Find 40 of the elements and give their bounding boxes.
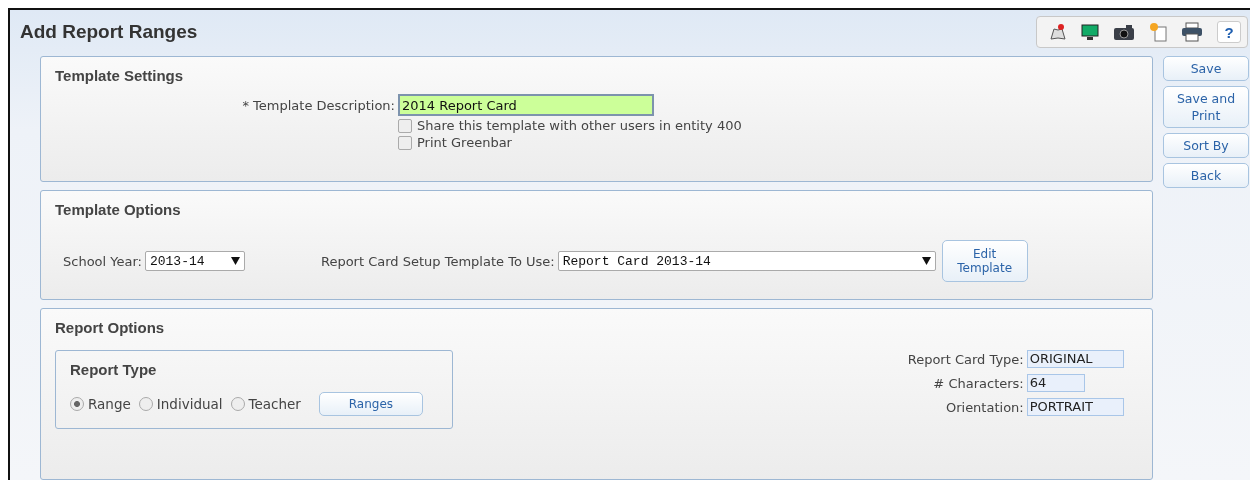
radio-label: Teacher bbox=[248, 396, 301, 412]
description-field[interactable]: 2014 Report Card bbox=[398, 94, 654, 116]
action-button[interactable]: Sort By bbox=[1163, 133, 1249, 158]
field-label: School Year: bbox=[63, 253, 142, 269]
map-pin-icon[interactable] bbox=[1049, 23, 1067, 41]
readonly-field: ORIGINAL bbox=[1026, 350, 1124, 368]
checkbox[interactable] bbox=[398, 135, 412, 150]
readonly-field: 64 bbox=[1026, 374, 1085, 392]
radio-button[interactable] bbox=[138, 397, 153, 411]
radio-label: Individual bbox=[156, 396, 223, 412]
checkbox-label: Share this template with other users in entity 400 bbox=[417, 118, 742, 133]
field-label: Report Card Setup Template To Use: bbox=[320, 253, 555, 269]
field-label: Report Card Type: bbox=[907, 351, 1024, 367]
section-title: Report Type bbox=[70, 361, 157, 378]
section-title: Report Options bbox=[55, 319, 165, 336]
checkbox[interactable] bbox=[398, 118, 412, 133]
template-dropdown[interactable]: Report Card 2013-14 bbox=[557, 251, 936, 271]
section-title: Template Settings bbox=[55, 67, 184, 84]
caret-icon bbox=[921, 257, 931, 265]
field-label: # Characters: bbox=[933, 375, 1024, 391]
camera-icon[interactable] bbox=[1113, 23, 1135, 41]
readonly-field: PORTRAIT bbox=[1026, 398, 1124, 416]
school-year-dropdown[interactable]: 2013-14 bbox=[144, 251, 245, 271]
action-button[interactable]: Back bbox=[1163, 163, 1249, 188]
page-title: Add Report Ranges bbox=[20, 21, 198, 43]
ranges-button[interactable]: Ranges bbox=[318, 392, 423, 416]
checkbox-label: Print Greenbar bbox=[417, 135, 512, 150]
caret-icon bbox=[230, 257, 240, 265]
help-button[interactable]: ? bbox=[1217, 21, 1241, 43]
edit-template-button[interactable]: Edit Template bbox=[941, 240, 1028, 282]
section-title: Template Options bbox=[55, 201, 181, 218]
monitor-icon[interactable] bbox=[1081, 23, 1099, 41]
radio-button[interactable] bbox=[230, 397, 245, 411]
action-button[interactable]: Save bbox=[1163, 56, 1249, 81]
field-label: Orientation: bbox=[945, 399, 1024, 415]
action-button[interactable]: Save and Print bbox=[1163, 86, 1249, 128]
radio-label: Range bbox=[88, 396, 131, 412]
radio-button[interactable] bbox=[70, 397, 84, 411]
print-icon[interactable] bbox=[1181, 22, 1203, 42]
field-label: * Template Description: bbox=[242, 97, 395, 113]
